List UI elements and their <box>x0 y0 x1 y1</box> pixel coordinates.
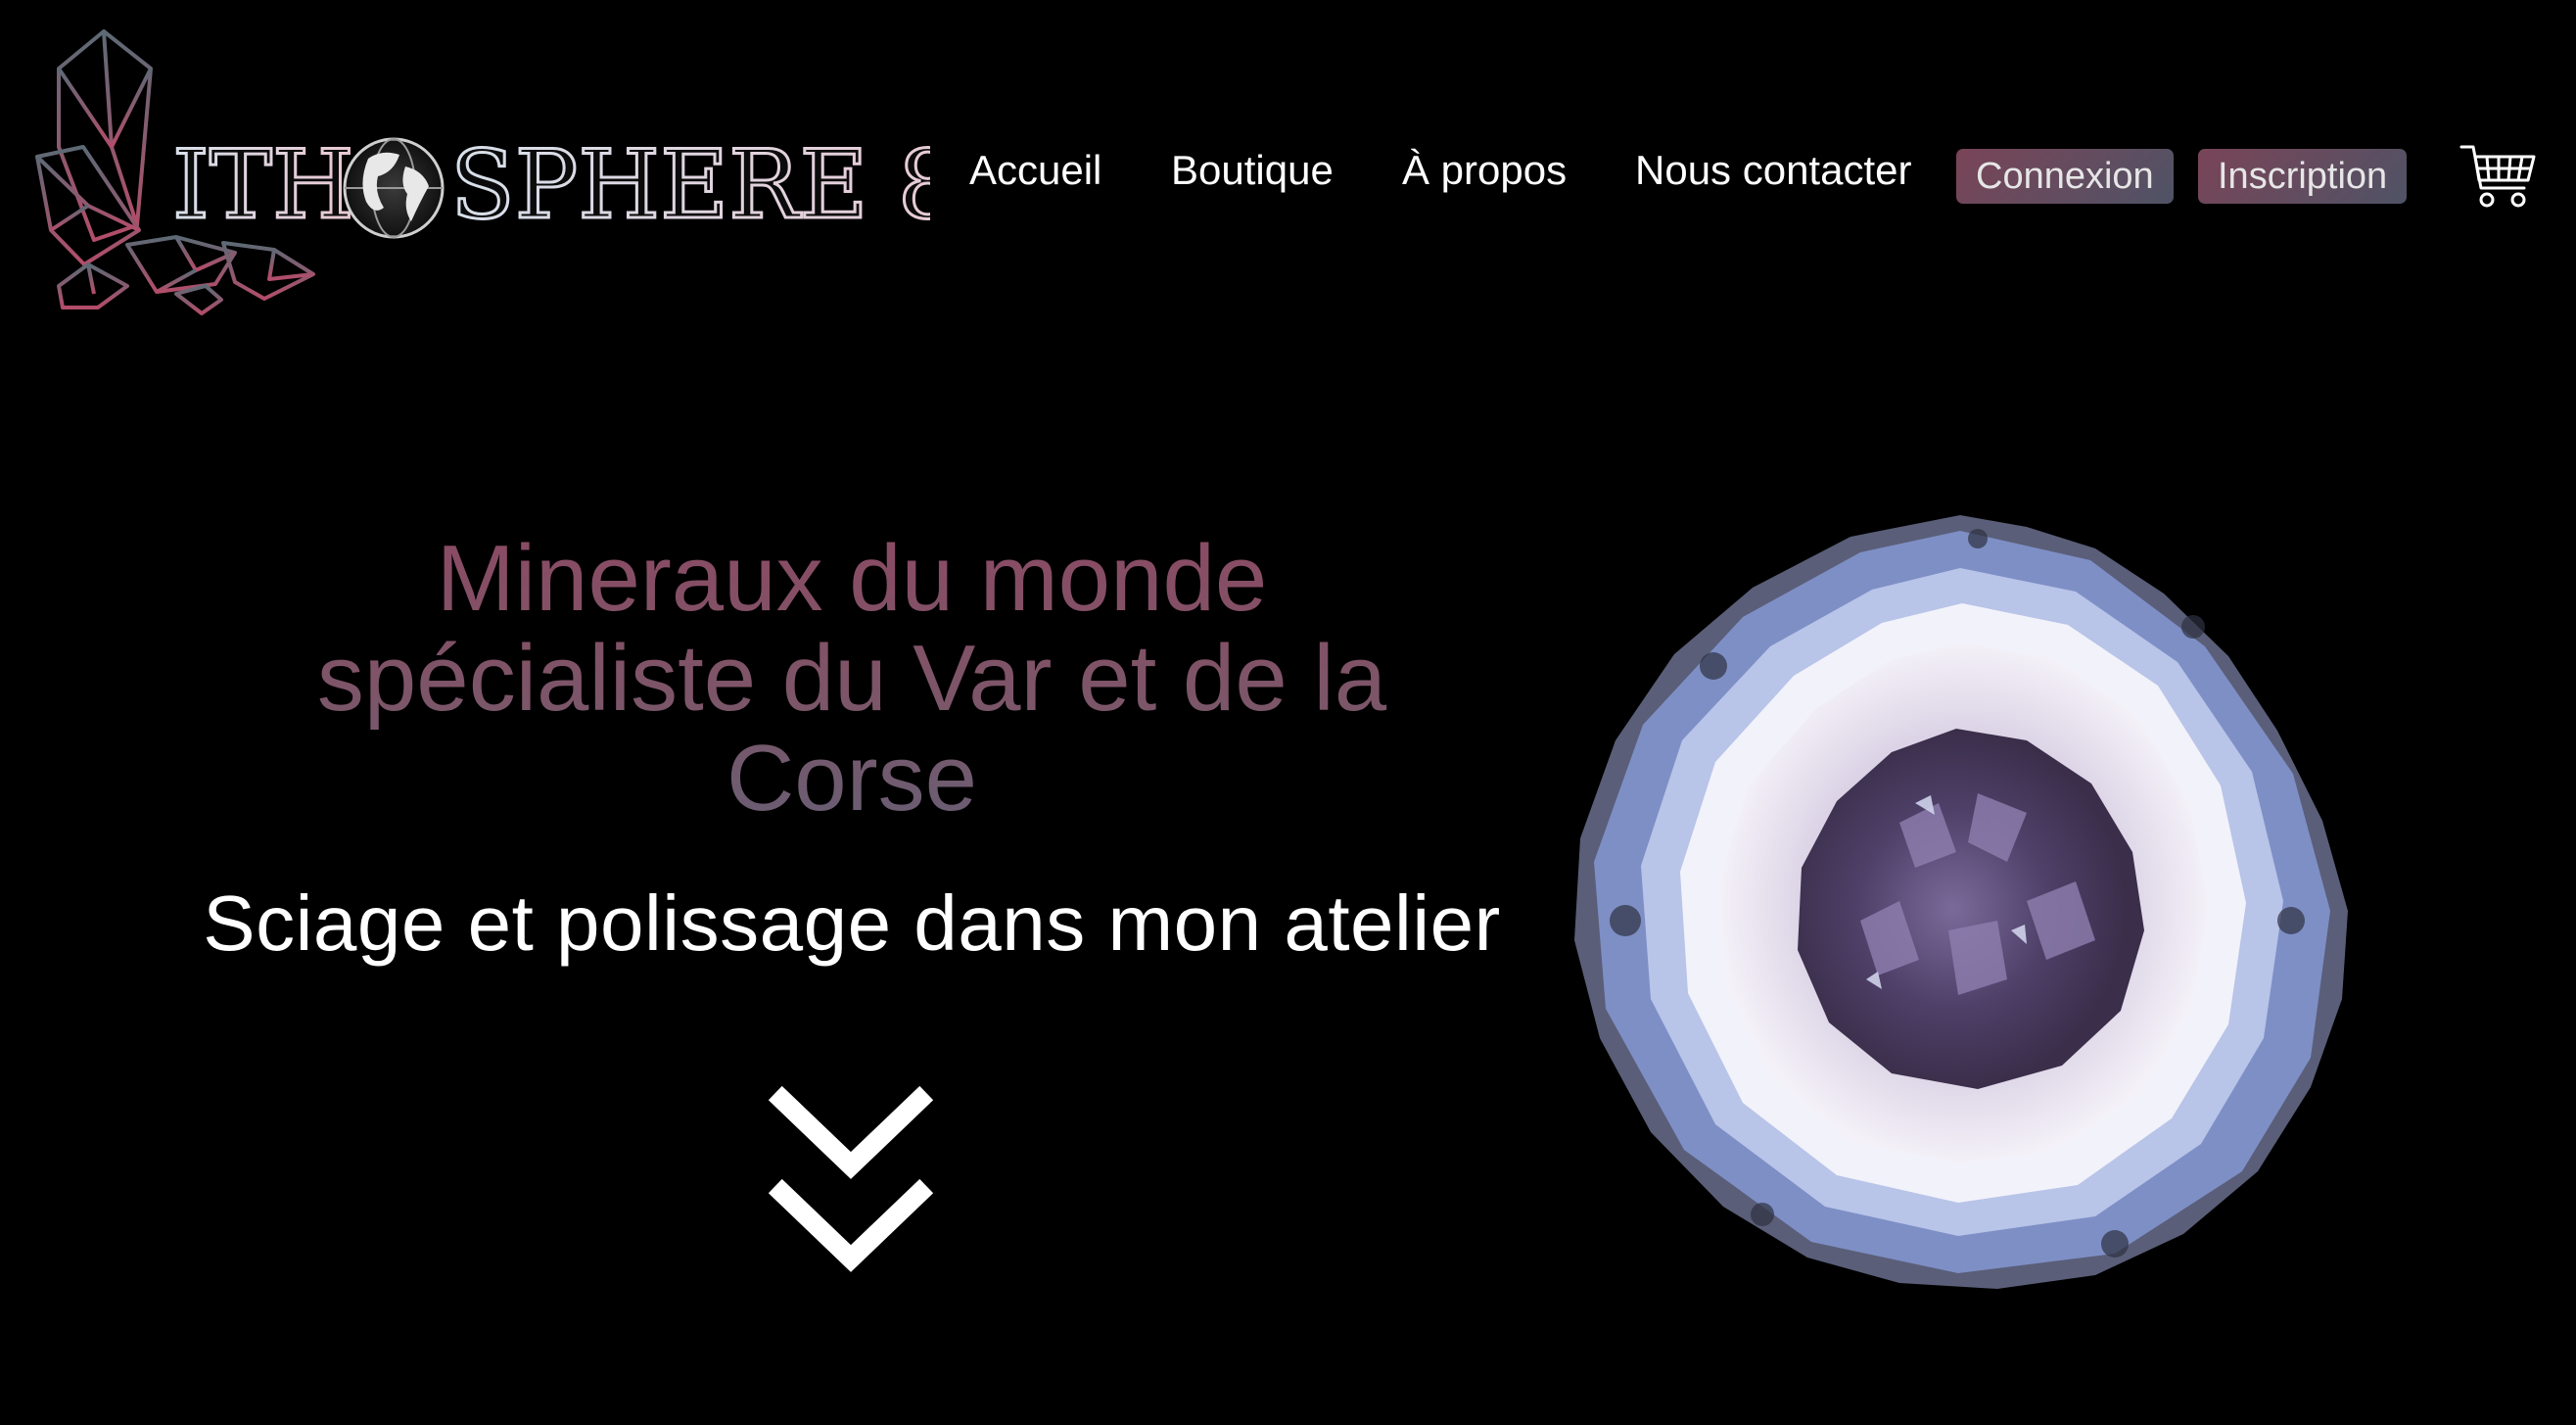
signup-button[interactable]: Inscription <box>2198 149 2408 204</box>
scroll-down-button[interactable] <box>768 1085 934 1281</box>
hero-subtitle: Sciage et polissage dans mon atelier <box>203 879 1501 967</box>
logo-text-sphere: SPHERE 83 <box>450 130 930 240</box>
site-logo[interactable]: ITH SPHERE 83 <box>29 29 930 323</box>
hero-title-line-1: Mineraux du monde <box>436 526 1268 631</box>
nav-accueil[interactable]: Accueil <box>969 147 1101 194</box>
amethyst-geode-image <box>1567 509 2355 1293</box>
globe-icon <box>343 137 445 239</box>
cart-button[interactable] <box>2459 141 2536 212</box>
shopping-cart-icon <box>2459 145 2536 208</box>
logo-text-ith: ITH <box>172 130 354 240</box>
hero-title-line-3: Corse <box>726 726 978 831</box>
site-header: ITH SPHERE 83 Accueil Boutique À propos … <box>0 0 2576 333</box>
nav-boutique[interactable]: Boutique <box>1171 147 1334 194</box>
login-button[interactable]: Connexion <box>1956 149 2174 204</box>
nav-a-propos[interactable]: À propos <box>1402 147 1567 194</box>
double-chevron-down-icon <box>768 1085 934 1272</box>
nav-nous-contacter[interactable]: Nous contacter <box>1635 147 1911 194</box>
logo-image: ITH SPHERE 83 <box>35 29 930 315</box>
hero-title-line-2: spécialiste du Var et de la <box>316 626 1387 731</box>
hero-title: Mineraux du monde spécialiste du Var et … <box>147 529 1557 829</box>
